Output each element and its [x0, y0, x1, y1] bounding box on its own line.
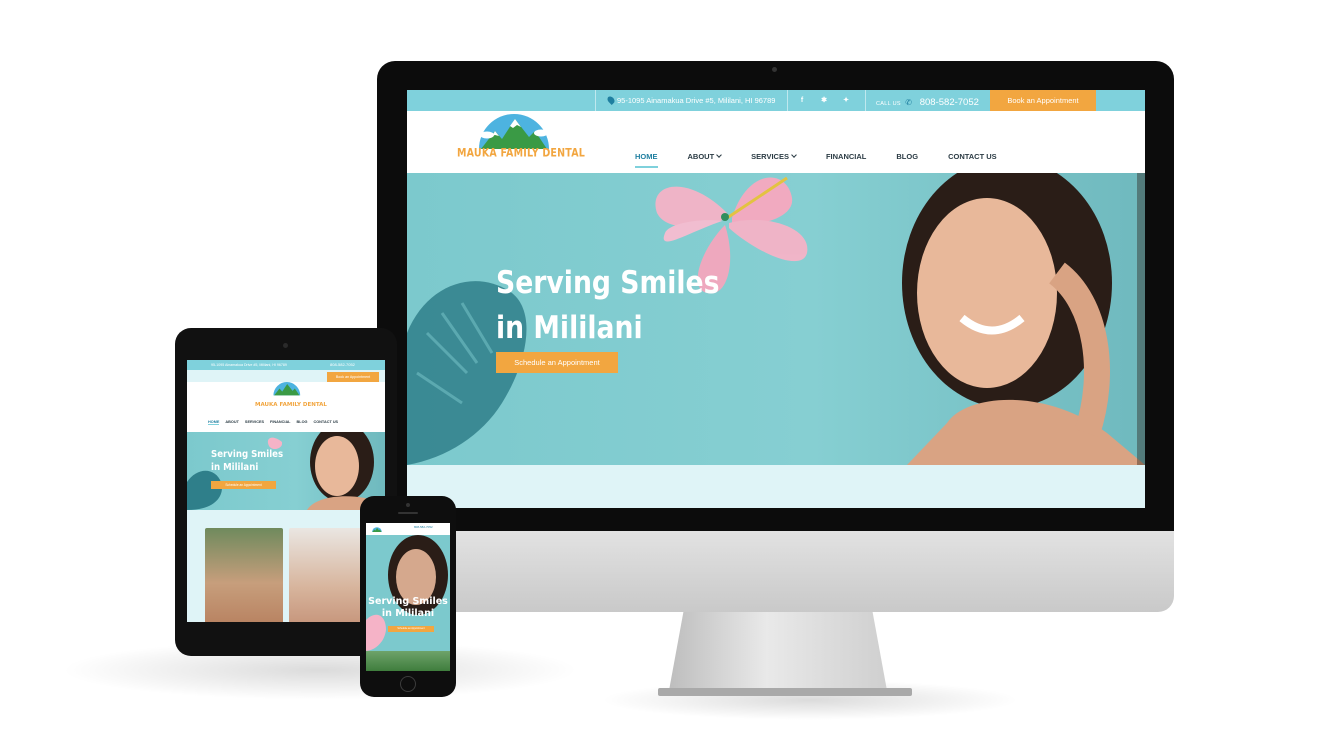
phone-header: 808-582-7052 — [366, 523, 450, 535]
phone-number[interactable]: 808-582-7052 — [414, 525, 433, 529]
phone-hero-line1: Serving Smiles — [368, 596, 448, 607]
nav-about[interactable]: ABOUT — [687, 152, 723, 161]
tablet-nav-services[interactable]: SERVICES — [245, 420, 264, 425]
tablet-schedule-button[interactable]: Schedule an Appointment — [211, 481, 276, 489]
main-nav: HOME ABOUT SERVICES FINANCIAL BLOG CONTA… — [635, 152, 1027, 168]
address[interactable]: 95-1095 Ainamakua Drive #5, Mililani, HI… — [595, 90, 775, 111]
camera-icon — [406, 503, 410, 507]
schedule-appointment-button[interactable]: Schedule an Appointment — [496, 352, 618, 373]
tablet-logo-text[interactable]: MAUKA FAMILY DENTAL — [255, 402, 327, 408]
nav-contact[interactable]: CONTACT US — [948, 152, 997, 161]
tablet-nav-about[interactable]: ABOUT — [225, 420, 239, 425]
site-header: MAUKA FAMILY DENTAL HOME ABOUT SERVICES … — [407, 111, 1145, 173]
map-pin-icon — [606, 95, 616, 105]
nav-services[interactable]: SERVICES — [751, 152, 797, 161]
hero-title-line2: in Mililani — [496, 310, 643, 346]
tablet-hero-title: Serving Smiles in Mililani — [211, 448, 283, 474]
nav-services-label: SERVICES — [751, 152, 789, 161]
imac-stand — [668, 612, 888, 696]
social-links: f ✱ ✦ — [787, 90, 850, 111]
twitter-icon[interactable]: ✦ — [842, 97, 850, 105]
phone-hero-title: Serving Smiles in Mililani — [366, 596, 450, 620]
tablet-address[interactable]: 95-1095 Ainamakua Drive #5, Mililani, HI… — [211, 360, 287, 370]
camera-icon — [283, 343, 288, 348]
tablet-feature-cards — [200, 520, 370, 622]
phone-trees-photo — [366, 651, 450, 671]
tablet-phone[interactable]: 808-582-7052 — [330, 360, 355, 370]
tablet-nav: HOME ABOUT SERVICES FINANCIAL BLOG CONTA… — [208, 420, 338, 425]
tablet-nav-financial[interactable]: FINANCIAL — [270, 420, 290, 425]
tablet-top-bar: 95-1095 Ainamakua Drive #5, Mililani, HI… — [187, 360, 385, 370]
family-photo — [205, 528, 283, 622]
phone-logo-icon[interactable] — [369, 524, 385, 534]
yelp-icon[interactable]: ✱ — [820, 97, 828, 105]
address-text: 95-1095 Ainamakua Drive #5, Mililani, HI… — [617, 96, 776, 105]
tablet-hero: Serving Smiles in Mililani Schedule an A… — [187, 432, 385, 510]
phone-hero-line2: in Mililani — [381, 608, 435, 619]
hero-banner: Serving Smiles in Mililani Schedule an A… — [407, 173, 1145, 465]
desktop-website: 95-1095 Ainamakua Drive #5, Mililani, HI… — [407, 90, 1145, 508]
tablet-hero-line1: Serving Smiles — [211, 449, 284, 460]
smile-photo — [289, 528, 367, 622]
tablet-hero-line2: in Mililani — [211, 462, 259, 473]
speaker-icon — [398, 512, 418, 514]
book-appointment-button[interactable]: Book an Appointment — [990, 90, 1096, 111]
tablet-logo-icon[interactable] — [257, 374, 317, 400]
tablet-website: 95-1095 Ainamakua Drive #5, Mililani, HI… — [187, 360, 385, 622]
imac-stand-foot — [658, 688, 912, 696]
tablet-nav-home[interactable]: HOME — [208, 420, 220, 425]
tablet-nav-contact[interactable]: CONTACT US — [313, 420, 338, 425]
call-label: CALL US — [876, 101, 901, 107]
imac-chin — [377, 531, 1174, 612]
home-button[interactable] — [400, 676, 416, 692]
nav-about-label: ABOUT — [687, 152, 715, 161]
phone-schedule-button[interactable]: Schedule an Appointment — [388, 626, 434, 632]
hero-title: Serving Smiles in Mililani — [496, 261, 720, 351]
chevron-down-icon — [791, 152, 797, 158]
facebook-icon[interactable]: f — [798, 97, 806, 105]
tablet-nav-blog[interactable]: BLOG — [297, 420, 308, 425]
camera-icon — [772, 67, 777, 72]
tablet-book-button[interactable]: Book an Appointment — [327, 372, 379, 382]
logo-text[interactable]: MAUKA FAMILY DENTAL — [457, 147, 585, 161]
phone-website: 808-582-7052 Serving Smiles in Mililani … — [366, 523, 450, 671]
hero-title-line1: Serving Smiles — [496, 265, 720, 301]
nav-home[interactable]: HOME — [635, 152, 658, 168]
call-us[interactable]: CALL US ✆ 808-582-7052 — [865, 90, 979, 111]
phone-number[interactable]: 808-582-7052 — [920, 97, 979, 108]
chevron-down-icon — [716, 152, 723, 158]
phone-hero-illustration — [366, 535, 448, 651]
phone-icon: ✆ — [905, 98, 912, 107]
nav-financial[interactable]: FINANCIAL — [826, 152, 866, 161]
nav-blog[interactable]: BLOG — [896, 152, 918, 161]
